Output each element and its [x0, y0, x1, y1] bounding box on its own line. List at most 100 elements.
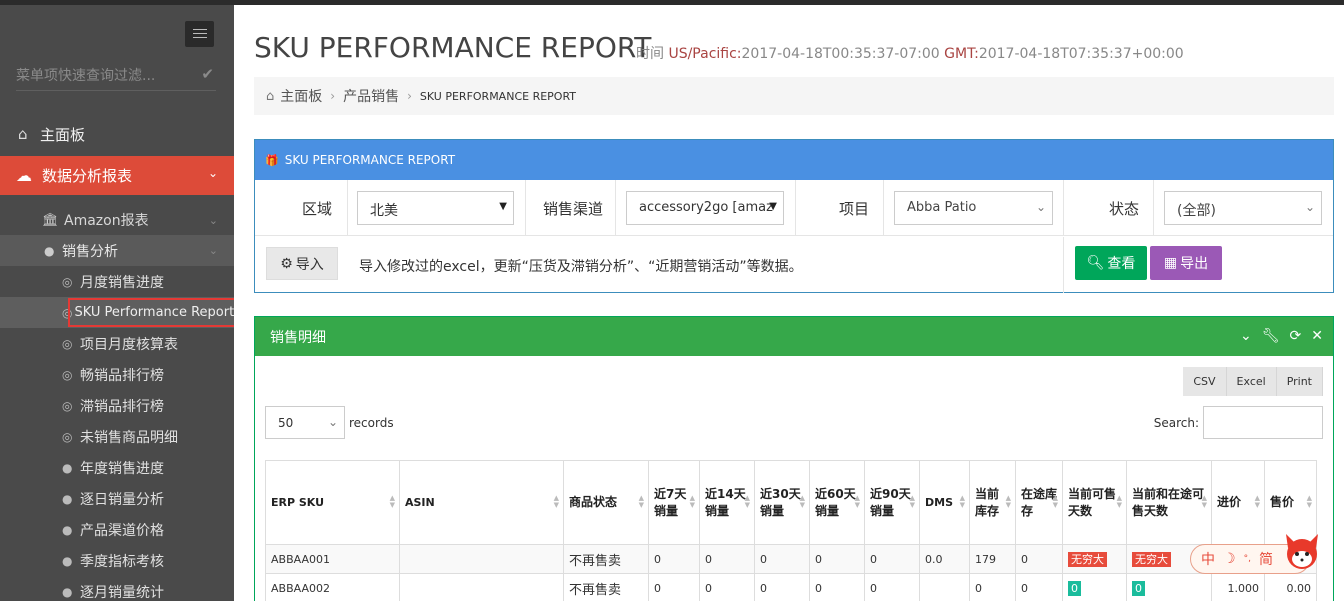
col-header[interactable]: ERP SKU ▲ ▼ [265, 460, 400, 545]
col-header-label: ASIN [405, 496, 435, 509]
sidebar-subitem[interactable]: ● 逐月销量统计 [0, 576, 234, 601]
col-header[interactable]: 近60天销量 ▲ ▼ [809, 460, 865, 545]
breadcrumb-section[interactable]: 产品销售 [343, 86, 399, 106]
sidebar-subitem[interactable]: ◎ 畅销品排行榜 [0, 359, 234, 390]
print-button[interactable]: Print [1276, 367, 1323, 396]
chevron-down-icon: ⌄ [207, 166, 218, 180]
col-header[interactable]: 在途库存 ▲ ▼ [1015, 460, 1063, 545]
col-header[interactable]: DMS ▲ ▼ [919, 460, 970, 545]
cell-value: 1.000 [1211, 573, 1265, 601]
page-length-value: 50 [278, 416, 294, 430]
status-value: (全部) [1177, 203, 1216, 219]
sort-icon: ▲ ▼ [1201, 493, 1207, 509]
refresh-icon[interactable]: ⟳ [1290, 328, 1302, 344]
circle-icon: ● [62, 584, 73, 599]
sort-icon: ▲ ▼ [638, 493, 644, 509]
sidebar-subitem-label: 畅销品排行榜 [80, 367, 164, 384]
sort-icon: ▲ ▼ [389, 493, 395, 509]
col-header[interactable]: ASIN ▲ ▼ [399, 460, 564, 545]
table-row[interactable]: ABBAA002 不再售卖 0 0 0 0 0 0 0 0 0 1.000 0.… [265, 573, 1317, 601]
page-length-select[interactable]: 50 ⌄ [265, 406, 345, 439]
sidebar-subitem[interactable]: ● 逐日销量分析 [0, 483, 234, 514]
search-input[interactable] [1203, 406, 1323, 439]
sidebar-item-amazon[interactable]: 🏛 Amazon报表 ⌄ [0, 204, 234, 236]
col-header[interactable]: 进价 ▲ ▼ [1211, 460, 1265, 545]
sidebar-item-data-reports[interactable]: ☁ 数据分析报表 ⌄ [0, 156, 234, 195]
divider [1063, 237, 1064, 293]
wrench-icon[interactable]: 🔧︎ [1262, 328, 1280, 344]
sales-detail-panel: 销售明细 ⌄ 🔧︎ ⟳ ✕ CSV Excel Print 50 ⌄ recor… [254, 316, 1334, 601]
col-header[interactable]: 近7天销量 ▲ ▼ [648, 460, 700, 545]
sort-icon: ▲ ▼ [909, 493, 915, 509]
table-row[interactable]: ABBAA001 不再售卖 0 0 0 0 0 0.0 179 0 无穷大 无穷… [265, 544, 1317, 574]
export-button[interactable]: ▦ 导出 [1150, 246, 1222, 280]
col-header[interactable]: 近90天销量 ▲ ▼ [864, 460, 920, 545]
csv-button[interactable]: CSV [1183, 367, 1227, 396]
breadcrumb-current: SKU PERFORMANCE REPORT [419, 89, 577, 103]
circle-icon: ● [62, 522, 73, 537]
menu-filter-input[interactable] [16, 65, 196, 87]
cell-value: 179 [969, 544, 1016, 574]
col-header-label: DMS [925, 496, 953, 509]
sidebar-item-home[interactable]: ⌂ 主面板 [0, 117, 234, 151]
col-header[interactable]: 当前可售天数 ▲ ▼ [1062, 460, 1127, 545]
channel-select[interactable]: accessory2go [amaz ▼ [626, 191, 784, 225]
sidebar-subitem[interactable]: ● 年度销售进度 [0, 452, 234, 483]
menu-toggle-icon[interactable] [185, 21, 214, 47]
col-header-label: 商品状态 [569, 495, 618, 509]
import-button[interactable]: ⚙ 导入 [266, 247, 338, 280]
sidebar-subitem[interactable]: ◎ 未销售商品明细 [0, 421, 234, 452]
divider [795, 180, 796, 236]
col-header-label: 当前可售天数 [1068, 486, 1117, 518]
region-select[interactable]: 北美 ▼ [357, 191, 514, 225]
breadcrumb-home[interactable]: 主面板 [280, 86, 322, 106]
query-button[interactable]: 🔍︎ 查看 [1075, 246, 1147, 280]
search-icon: 🔍︎ [1086, 255, 1105, 271]
collapse-icon[interactable]: ⌄ [1240, 328, 1252, 344]
col-header-label: 当前库存 [975, 486, 1000, 518]
col-header-label: 近7天销量 [654, 486, 687, 518]
gear-icon: ⚙ [280, 255, 293, 272]
col-header[interactable]: 近30天销量 ▲ ▼ [754, 460, 810, 545]
sidebar-subitem[interactable]: ◎ 月度销售进度 [0, 266, 234, 297]
status-select[interactable]: (全部) ⌄ [1164, 191, 1322, 225]
cell-value: 0 [699, 573, 755, 601]
close-icon[interactable]: ✕ [1311, 328, 1323, 344]
import-button-label: 导入 [295, 256, 324, 273]
circle-icon: ● [62, 460, 73, 475]
cell-value: 0.0 [919, 544, 970, 574]
sidebar-item-sales-analysis[interactable]: ● 销售分析 ⌄ [0, 235, 234, 266]
project-select[interactable]: Abba Patio ⌄ [894, 191, 1053, 225]
cell-value: 0 [969, 573, 1016, 601]
region-value: 北美 [370, 203, 398, 219]
sort-icon: ▲ ▼ [744, 493, 750, 509]
project-value: Abba Patio [907, 200, 977, 215]
breadcrumb: ⌂ 主面板 › 产品销售 › SKU PERFORMANCE REPORT [254, 77, 1334, 115]
cell-value: 0 [1015, 544, 1063, 574]
sidebar-subitem-sku-performance[interactable]: ◎ SKU Performance Report [0, 297, 243, 328]
fox-mascot-icon[interactable] [1280, 530, 1324, 574]
col-header-label: 当前和在途可售天数 [1132, 486, 1205, 518]
col-header[interactable]: 当前库存 ▲ ▼ [969, 460, 1016, 545]
sidebar-subitem[interactable]: ◎ 项目月度核算表 [0, 328, 234, 359]
sidebar-subitem[interactable]: ◎ 滞销品排行榜 [0, 390, 234, 421]
circle-o-icon: ◎ [62, 336, 73, 351]
chevron-right-icon: › [330, 89, 336, 103]
excel-button[interactable]: Excel [1226, 367, 1277, 396]
circle-o-icon: ◎ [62, 398, 73, 413]
check-icon[interactable]: ✔ [201, 65, 214, 83]
page-title: SKU PERFORMANCE REPORT [254, 31, 652, 64]
sidebar-subitem[interactable]: ● 产品渠道价格 [0, 514, 234, 545]
project-label: 项目 [839, 200, 870, 218]
cell-status: 不再售卖 [563, 573, 649, 601]
cell-value: 0.00 [1264, 573, 1317, 601]
col-header[interactable]: 当前和在途可售天数 ▲ ▼ [1126, 460, 1212, 545]
cell-asin [399, 573, 564, 601]
col-header[interactable]: 商品状态 ▲ ▼ [563, 460, 649, 545]
col-header[interactable]: 近14天销量 ▲ ▼ [699, 460, 755, 545]
ime-mode-label: 中 [1201, 552, 1215, 568]
circle-o-icon: ◎ [62, 429, 73, 444]
cell-asin [399, 544, 564, 574]
page-timestamp: 时间 US/Pacific:2017-04-18T00:35:37-07:00 … [636, 43, 1184, 63]
sidebar-subitem[interactable]: ● 季度指标考核 [0, 545, 234, 576]
